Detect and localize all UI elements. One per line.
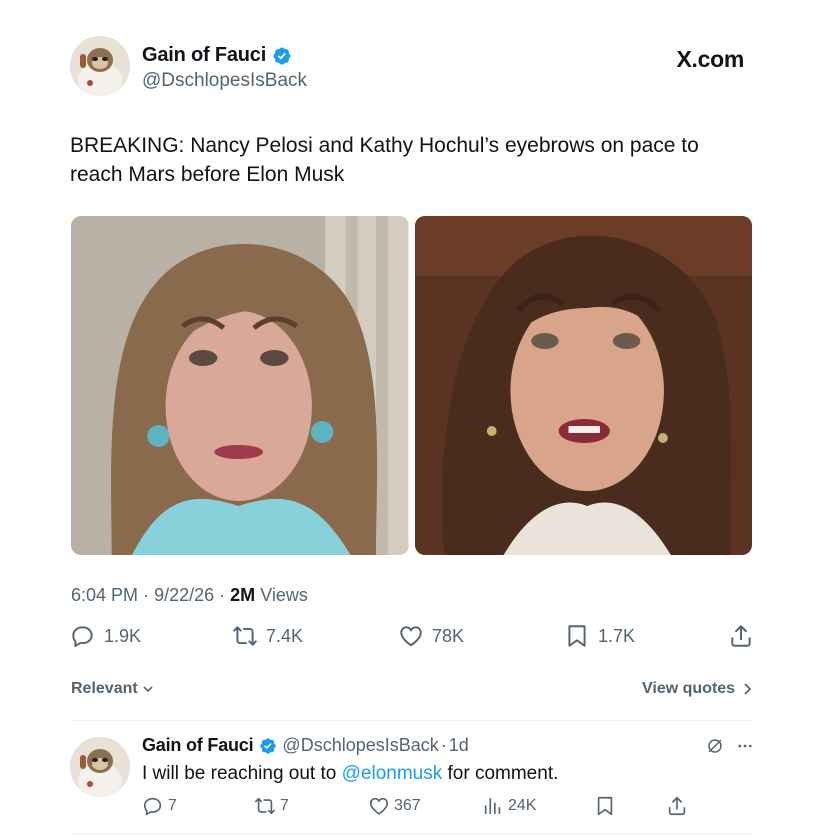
avatar[interactable] (70, 36, 130, 96)
like-button[interactable]: 78K (398, 623, 464, 649)
more-icon[interactable] (736, 737, 754, 755)
views-label: Views (260, 585, 308, 605)
reply-share-button[interactable] (666, 795, 688, 817)
post-date[interactable]: 9/22/26 (154, 585, 214, 605)
chevron-down-icon (143, 686, 153, 693)
reply-age[interactable]: 1d (449, 735, 469, 756)
reply-icon (143, 797, 162, 816)
brand-logo: X.com (676, 46, 744, 72)
bookmark-icon (597, 796, 613, 816)
post-meta: 6:04 PM · 9/22/26 · 2M Views (71, 585, 308, 606)
reply-views-count: 24K (508, 797, 537, 814)
bookmark-count: 1.7K (598, 625, 636, 646)
reply-header: Gain of Fauci @DschlopesIsBack · 1d (142, 735, 469, 756)
reply-action-bar: 7 7 367 24K (142, 795, 702, 821)
views-count: 2M (230, 585, 256, 605)
divider (70, 720, 754, 721)
share-icon (668, 796, 686, 816)
repost-icon (255, 797, 275, 815)
author-handle[interactable]: @DschlopesIsBack (142, 70, 307, 92)
reply-views-button[interactable]: 24K (482, 795, 536, 817)
mention-link[interactable]: @elonmusk (342, 763, 443, 784)
reply-repost-count: 7 (280, 797, 289, 814)
divider (70, 834, 754, 835)
post-media[interactable] (71, 216, 752, 555)
like-icon (369, 797, 389, 815)
sort-relevant-dropdown[interactable]: Relevant (71, 680, 154, 698)
repost-count: 7.4K (266, 625, 304, 646)
like-icon (400, 626, 422, 647)
repost-button[interactable]: 7.4K (232, 623, 303, 649)
share-button[interactable] (728, 623, 754, 649)
reply-icon (72, 626, 93, 648)
reply-top-icons (706, 737, 754, 755)
meta-separator: · (219, 585, 226, 605)
photo-right[interactable] (414, 216, 752, 555)
meta-separator: · (143, 585, 150, 605)
post-time[interactable]: 6:04 PM (71, 585, 138, 605)
verified-badge-icon (260, 737, 277, 754)
reply-reply-count: 7 (168, 797, 177, 814)
reply-like-button[interactable]: 367 (368, 795, 421, 817)
like-count: 78K (432, 625, 465, 646)
reply-display-name[interactable]: Gain of Fauci (142, 735, 254, 756)
repost-icon (233, 626, 257, 646)
photo-left[interactable] (71, 216, 409, 555)
grok-icon[interactable] (706, 737, 724, 755)
reply-text-after: for comment. (442, 763, 559, 784)
action-bar: 1.9K 7.4K 78K 1.7K (70, 623, 754, 653)
reply-handle[interactable]: @DschlopesIsBack (282, 735, 438, 756)
reply-repost-button[interactable]: 7 (254, 795, 289, 817)
author-name-row[interactable]: Gain of Fauci (142, 44, 292, 67)
post-header: Gain of Fauci @DschlopesIsBack X.com (70, 36, 754, 98)
reply-button[interactable]: 1.9K (70, 623, 141, 649)
sort-label: Relevant (71, 680, 138, 697)
reply-count: 1.9K (104, 625, 142, 646)
bookmark-icon (568, 625, 586, 647)
reply-text-before: I will be reaching out to (142, 763, 342, 784)
reply-text: I will be reaching out to @elonmusk for … (142, 763, 558, 785)
verified-badge-icon (273, 46, 291, 65)
reply-reply-button[interactable]: 7 (142, 795, 177, 817)
reply-like-count: 367 (394, 797, 421, 814)
chevron-right-icon (744, 683, 752, 695)
share-icon (731, 625, 751, 647)
bookmark-button[interactable]: 1.7K (564, 623, 635, 649)
reply-bookmark-button[interactable] (594, 795, 616, 817)
reply-avatar[interactable] (70, 737, 130, 797)
author-display-name[interactable]: Gain of Fauci (142, 44, 266, 67)
meta-separator: · (440, 735, 447, 755)
views-icon (484, 797, 501, 815)
view-quotes-label: View quotes (642, 680, 736, 697)
post-text: BREAKING: Nancy Pelosi and Kathy Hochul’… (70, 134, 699, 186)
reply-item[interactable]: Gain of Fauci @DschlopesIsBack · 1d I wi… (70, 735, 754, 825)
view-quotes-link[interactable]: View quotes (642, 680, 753, 698)
